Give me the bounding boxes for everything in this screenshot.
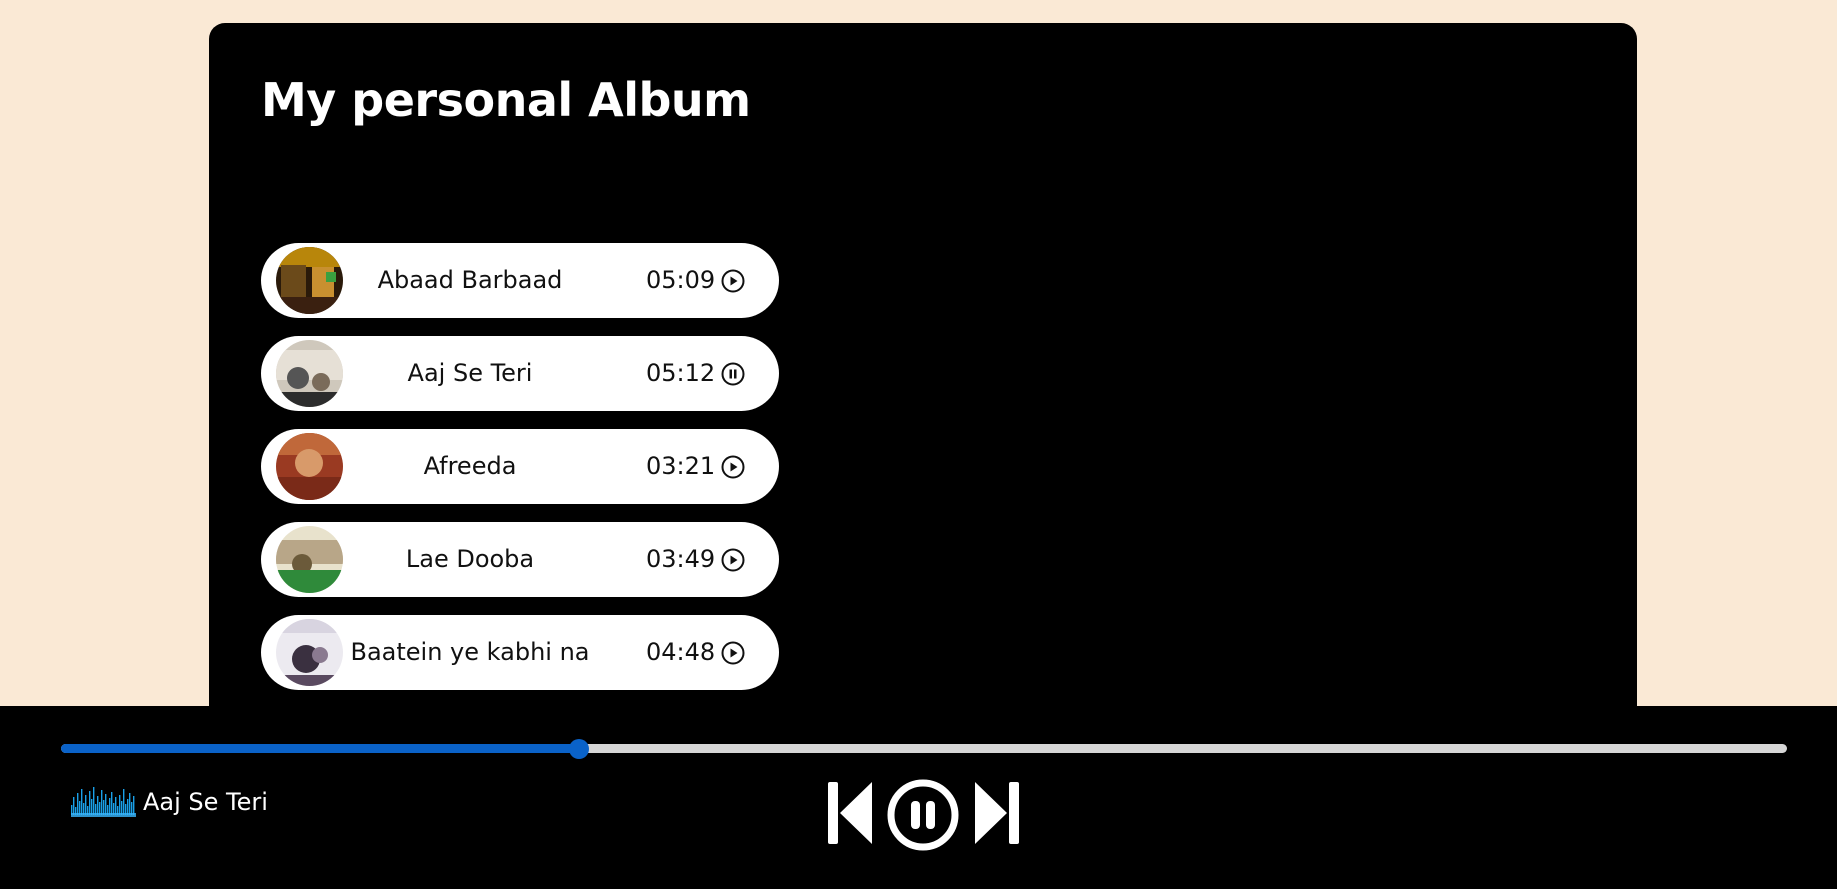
song-name: Baatein ye kabhi na [350,638,590,666]
song-duration: 03:49 [646,545,716,573]
waveform-icon [71,783,136,821]
song-duration: 04:48 [646,638,716,666]
song-item[interactable]: Aaj Se Teri 05:12 [261,336,779,411]
now-playing: Aaj Se Teri [71,783,268,821]
song-item[interactable]: Abaad Barbaad 05:09 [261,243,779,318]
song-name: Abaad Barbaad [377,266,563,294]
playback-controls [826,779,1021,855]
play-icon[interactable] [721,269,745,293]
next-icon[interactable] [973,780,1021,850]
album-container: My personal Album Abaad Barbaad 05:09 Aa… [209,23,1637,743]
song-item[interactable]: Baatein ye kabhi na 04:48 [261,615,779,690]
play-icon[interactable] [721,641,745,665]
album-cover-image [276,340,343,407]
song-name: Aaj Se Teri [407,359,533,387]
song-duration: 03:21 [646,452,716,480]
album-title: My personal Album [261,73,751,127]
progress-thumb[interactable] [568,739,589,759]
song-list: Abaad Barbaad 05:09 Aaj Se Teri 05:12 Af… [261,243,779,708]
song-name: Afreeda [423,452,517,480]
player-bar: Aaj Se Teri [0,706,1837,889]
album-cover-image [276,433,343,500]
previous-icon[interactable] [826,780,874,850]
play-icon[interactable] [721,455,745,479]
pause-icon[interactable] [721,362,745,386]
now-playing-title: Aaj Se Teri [143,788,268,816]
progress-fill [61,744,579,753]
album-cover-image [276,619,343,686]
album-cover-image [276,526,343,593]
album-cover-image [276,247,343,314]
song-name: Lae Dooba [405,545,535,573]
play-icon[interactable] [721,548,745,572]
pause-icon[interactable] [887,779,959,855]
progress-slider[interactable] [61,739,1787,759]
song-item[interactable]: Lae Dooba 03:49 [261,522,779,597]
song-item[interactable]: Afreeda 03:21 [261,429,779,504]
song-duration: 05:12 [646,359,716,387]
song-duration: 05:09 [646,266,716,294]
